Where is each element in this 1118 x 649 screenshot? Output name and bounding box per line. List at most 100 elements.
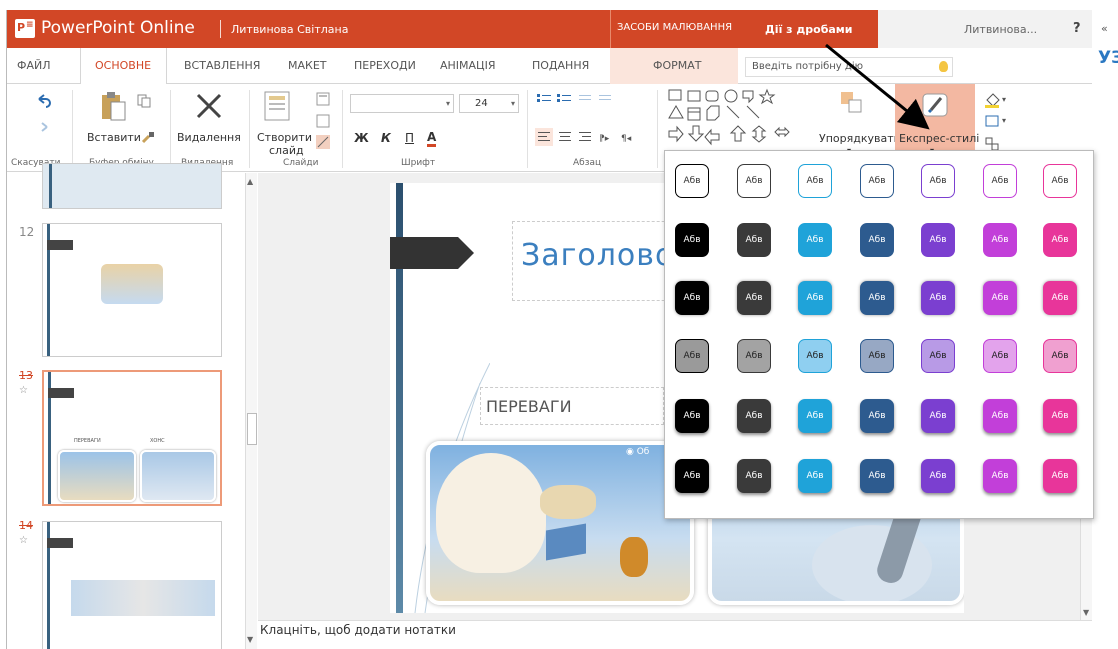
quick-style-swatch[interactable]: Абв: [737, 223, 771, 257]
quick-style-swatch[interactable]: Абв: [1043, 164, 1077, 198]
quick-style-swatch[interactable]: Абв: [921, 459, 955, 493]
align-buttons[interactable]: ⁋▸ ¶◂: [537, 131, 647, 143]
hide-slide-icon[interactable]: [316, 135, 330, 149]
quick-style-swatch[interactable]: Абв: [798, 339, 832, 373]
svg-text:▾: ▾: [1002, 116, 1006, 125]
layout-icon[interactable]: [316, 92, 330, 106]
font-name-select[interactable]: ▾: [350, 94, 454, 113]
shape-format-buttons[interactable]: ▾ ▾: [983, 90, 1011, 154]
quick-style-swatch[interactable]: Абв: [983, 164, 1017, 198]
quick-style-swatch[interactable]: Абв: [983, 339, 1017, 373]
quick-style-swatch[interactable]: Абв: [860, 223, 894, 257]
quick-style-swatch[interactable]: Абв: [737, 281, 771, 315]
quick-style-swatch[interactable]: Абв: [675, 339, 709, 373]
italic-button[interactable]: К: [381, 131, 391, 145]
format-painter-icon[interactable]: [141, 130, 155, 144]
quick-style-swatch[interactable]: Абв: [921, 281, 955, 315]
tab-file[interactable]: ФАЙЛ: [17, 59, 51, 72]
quick-styles-button[interactable]: Експрес-стилі: [899, 132, 979, 145]
tab-insert[interactable]: ВСТАВЛЕННЯ: [184, 59, 260, 72]
paste-button[interactable]: Вставити: [87, 131, 141, 144]
hidden-slide-icon: ☆: [19, 385, 28, 396]
help-button[interactable]: ?: [1073, 21, 1081, 36]
slide-picture-left[interactable]: ◉ Об: [426, 441, 694, 605]
font-size-select[interactable]: 24 ▾: [459, 94, 519, 113]
quick-style-swatch[interactable]: Абв: [1043, 281, 1077, 315]
quick-style-swatch[interactable]: Абв: [860, 399, 894, 433]
quick-style-swatch[interactable]: Абв: [798, 399, 832, 433]
new-slide-icon[interactable]: [263, 90, 293, 122]
arrange-icon[interactable]: [839, 90, 865, 114]
tab-design[interactable]: МАКЕТ: [288, 59, 327, 72]
quick-style-swatch[interactable]: Абв: [983, 223, 1017, 257]
scroll-thumb[interactable]: [247, 413, 257, 445]
tab-format[interactable]: ФОРМАТ: [653, 59, 702, 72]
quick-style-swatch[interactable]: Абв: [921, 399, 955, 433]
quick-style-swatch[interactable]: Абв: [737, 164, 771, 198]
quick-style-swatch[interactable]: Абв: [1043, 459, 1077, 493]
quick-style-swatch[interactable]: Абв: [798, 281, 832, 315]
undo-icon[interactable]: [35, 92, 51, 108]
scroll-up-icon[interactable]: ▲: [247, 177, 253, 186]
new-slide-button-line2[interactable]: слайд: [269, 144, 304, 157]
quick-style-swatch[interactable]: Абв: [675, 459, 709, 493]
thumb-text: ПЕРЕВАГИ: [74, 438, 101, 444]
font-color-button[interactable]: А: [427, 131, 437, 147]
tab-home[interactable]: ОСНОВНЕ: [95, 59, 151, 72]
quick-style-swatch[interactable]: Абв: [1043, 339, 1077, 373]
collapse-panel-button[interactable]: «: [1101, 22, 1108, 35]
quick-style-swatch[interactable]: Абв: [675, 164, 709, 198]
quick-style-swatch[interactable]: Абв: [860, 339, 894, 373]
delete-icon[interactable]: [195, 92, 223, 120]
tab-animations[interactable]: АНІМАЦІЯ: [440, 59, 495, 72]
quick-style-swatch[interactable]: Абв: [1043, 399, 1077, 433]
group-label-font: Шрифт: [401, 158, 436, 168]
quick-style-swatch[interactable]: Абв: [798, 223, 832, 257]
quick-style-swatch[interactable]: Абв: [921, 339, 955, 373]
shapes-gallery[interactable]: [667, 88, 807, 154]
context-tab-drawing-tools[interactable]: ЗАСОБИ МАЛЮВАННЯ: [610, 10, 738, 48]
scroll-down-icon[interactable]: ▼: [247, 635, 253, 644]
slide-thumbnail-13-selected[interactable]: ПЕРЕВАГИ ХОНС: [42, 370, 222, 506]
quick-style-swatch[interactable]: Абв: [798, 164, 832, 198]
quick-style-swatch[interactable]: Абв: [1043, 223, 1077, 257]
thumbnails-scrollbar[interactable]: ▲ ▼: [245, 173, 257, 649]
quick-style-swatch[interactable]: Абв: [860, 459, 894, 493]
subtitle-placeholder[interactable]: ПЕРЕВАГИ: [480, 387, 664, 425]
slide-thumbnail-12[interactable]: [42, 223, 222, 357]
quick-style-swatch[interactable]: Абв: [983, 399, 1017, 433]
reset-slide-icon[interactable]: [316, 114, 330, 128]
quick-style-swatch[interactable]: Абв: [675, 223, 709, 257]
tell-me-input[interactable]: Введіть потрібну дію: [745, 57, 953, 77]
tab-transitions[interactable]: ПЕРЕХОДИ: [354, 59, 416, 72]
quick-style-swatch[interactable]: Абв: [983, 459, 1017, 493]
tab-view[interactable]: ПОДАННЯ: [532, 59, 589, 72]
quick-styles-icon[interactable]: [921, 92, 951, 120]
copy-icon[interactable]: [137, 94, 151, 108]
quick-style-swatch[interactable]: Абв: [983, 281, 1017, 315]
quick-style-swatch[interactable]: Абв: [860, 281, 894, 315]
quick-style-swatch[interactable]: Абв: [921, 164, 955, 198]
slide-thumbnail-11[interactable]: [42, 163, 222, 209]
user-name[interactable]: Литвинова...: [964, 23, 1037, 36]
quick-style-swatch[interactable]: Абв: [798, 459, 832, 493]
scroll-down-icon[interactable]: ▼: [1083, 608, 1089, 617]
quick-style-swatch[interactable]: Абв: [737, 459, 771, 493]
quick-style-swatch[interactable]: Абв: [860, 164, 894, 198]
quick-style-swatch[interactable]: Абв: [675, 281, 709, 315]
quick-style-swatch[interactable]: Абв: [737, 399, 771, 433]
new-slide-button-line1[interactable]: Створити: [257, 131, 312, 144]
paste-icon[interactable]: [99, 90, 129, 122]
arrange-button[interactable]: Упорядкувати: [819, 132, 901, 145]
slide-thumbnail-14[interactable]: [42, 521, 222, 649]
underline-button[interactable]: П: [405, 131, 414, 145]
cartoon-character: [436, 453, 546, 573]
bold-button[interactable]: Ж: [354, 131, 369, 145]
list-buttons[interactable]: [537, 92, 627, 108]
quick-style-swatch[interactable]: Абв: [675, 399, 709, 433]
redo-icon[interactable]: [35, 120, 51, 136]
quick-style-swatch[interactable]: Абв: [921, 223, 955, 257]
notes-pane[interactable]: Клацніть, щоб додати нотатки: [258, 620, 1092, 649]
delete-button[interactable]: Видалення: [177, 131, 241, 144]
quick-style-swatch[interactable]: Абв: [737, 339, 771, 373]
